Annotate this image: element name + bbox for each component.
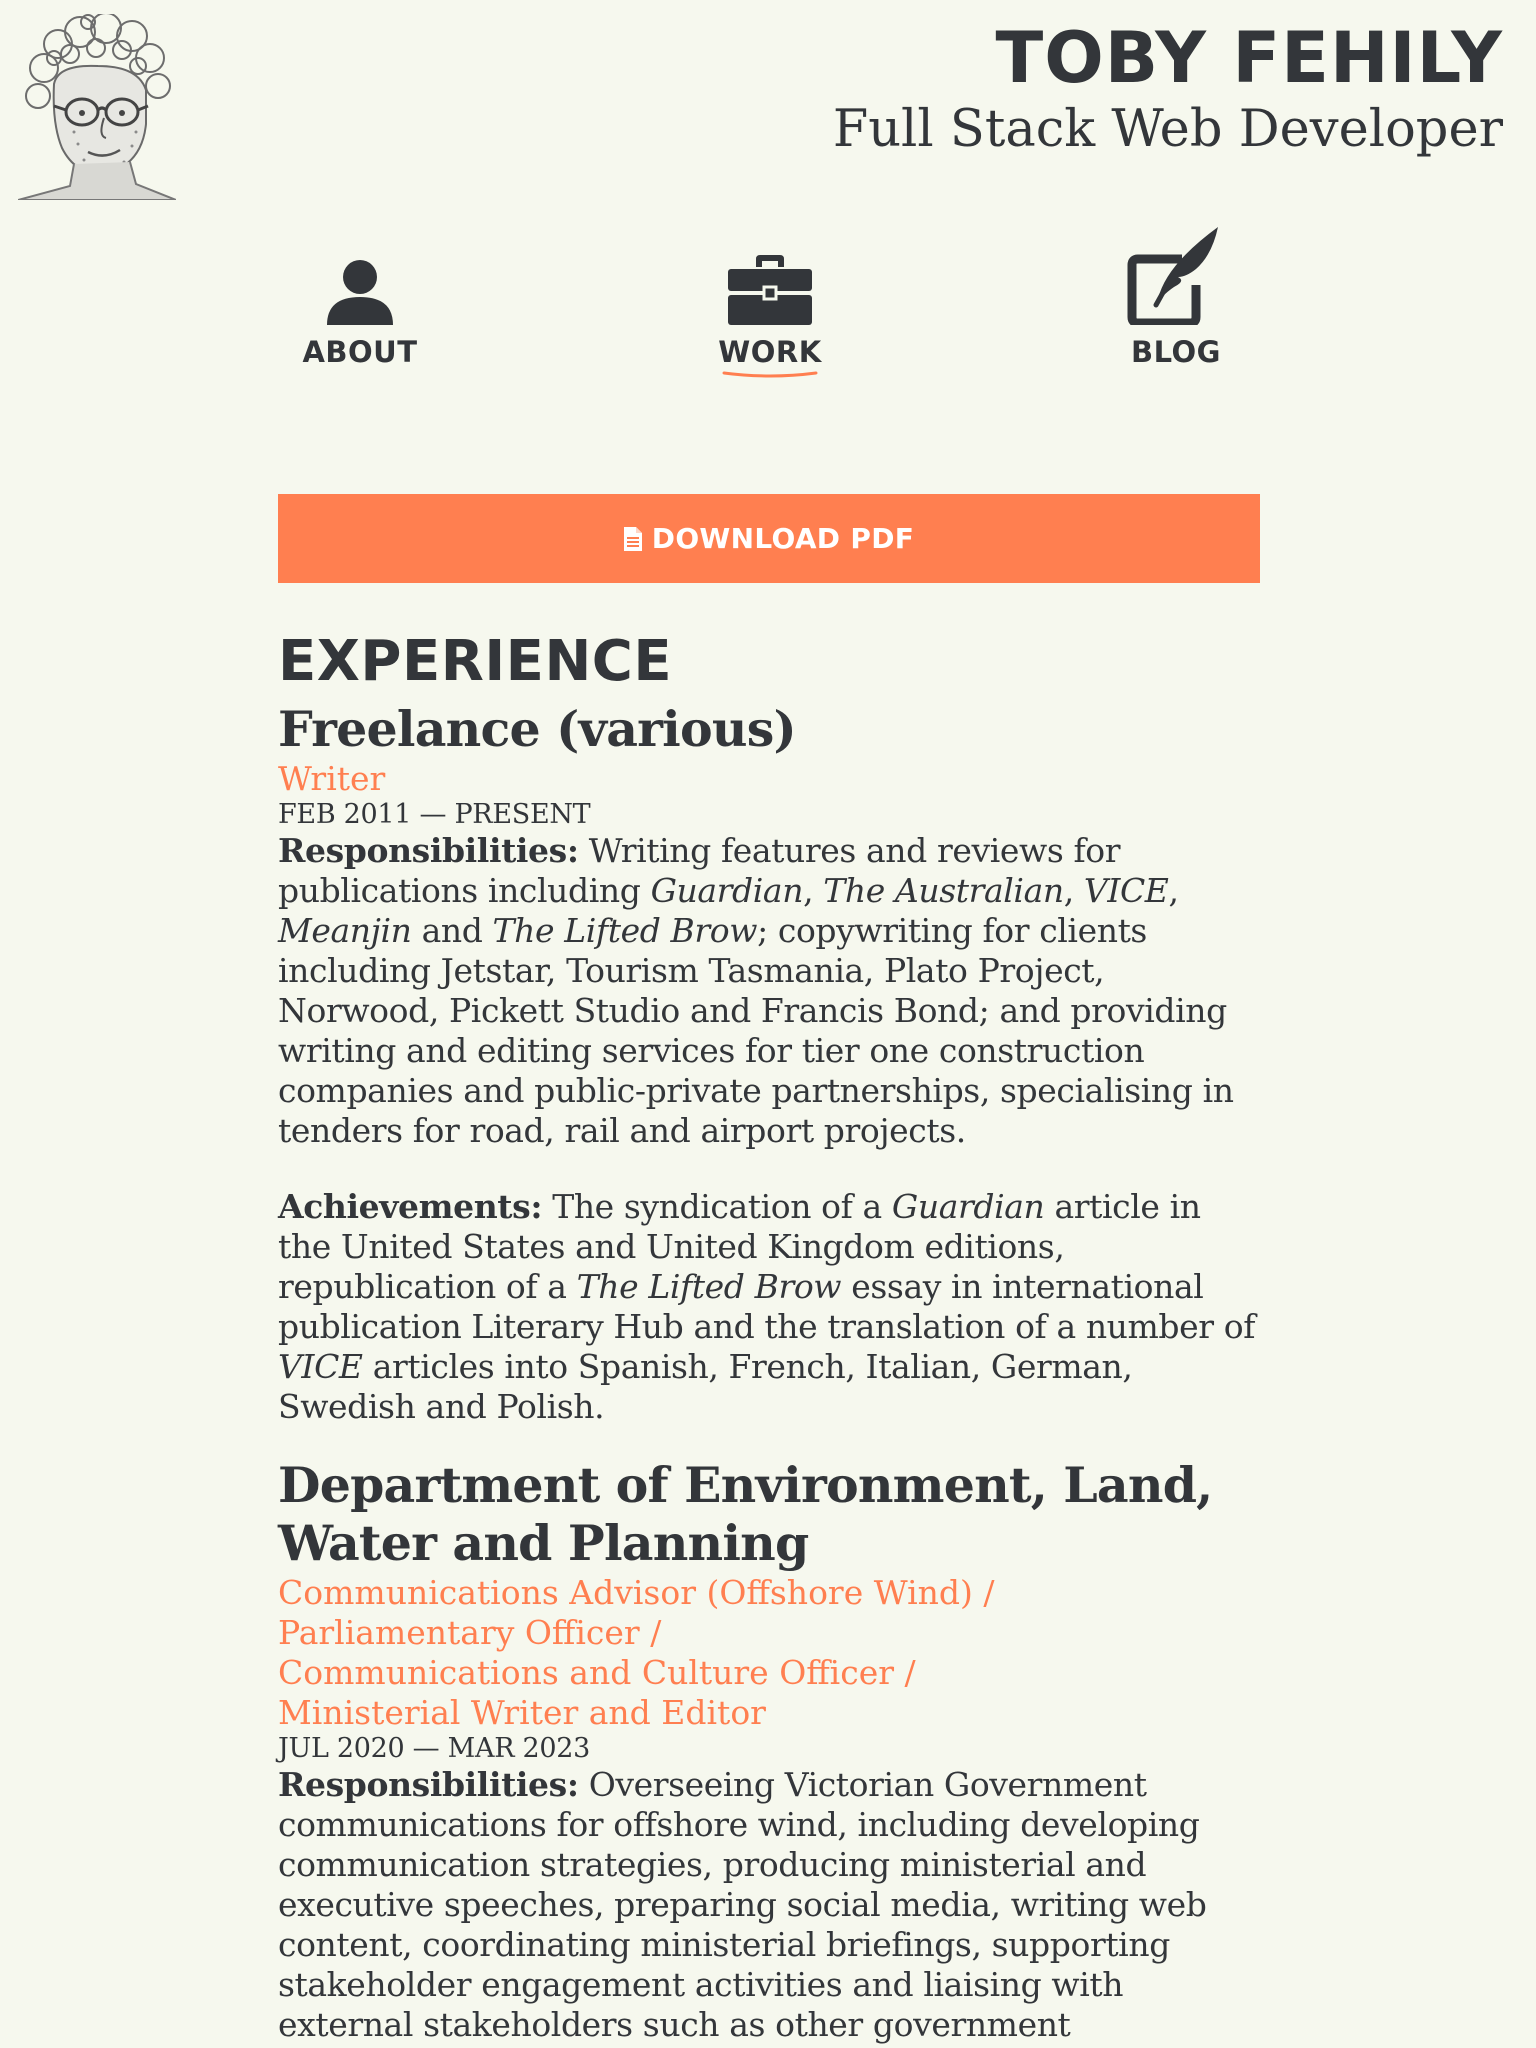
job-dates: FEB 2011 — PRESENT [278, 799, 591, 830]
download-pdf-label: DOWNLOAD PDF [651, 522, 915, 555]
job-dates: JUL 2020 — MAR 2023 [278, 1732, 591, 1764]
document-icon [623, 526, 642, 551]
responsibilities-label: Responsibilities: [278, 1764, 579, 1804]
achievements-label: Achievements: [278, 1187, 543, 1226]
briefcase-icon [728, 255, 812, 325]
nav-label-about: ABOUT [302, 335, 418, 369]
job-responsibilities: Responsibilities: Overseeing Victorian G… [278, 1765, 1258, 2048]
responsibilities-text: Writing features and reviews for publica… [278, 831, 1234, 1150]
nav-label-work: WORK [718, 335, 822, 369]
nav-about[interactable]: ABOUT [260, 255, 460, 369]
active-underline [722, 371, 818, 378]
job-entry: Department of Environment, Land, Water a… [278, 1456, 1258, 2048]
nav-work[interactable]: WORK [670, 255, 870, 379]
edit-quill-icon [1127, 227, 1218, 325]
avatar [17, 12, 177, 201]
job-role: Communications and Culture Officer / [278, 1652, 916, 1692]
nav-blog[interactable]: BLOG [1076, 227, 1276, 369]
job-entry: Freelance (various) Writer FEB 2011 — PR… [278, 700, 1258, 1427]
responsibilities-label: Responsibilities: [278, 831, 579, 870]
site-name: TOBY FEHILY [995, 17, 1503, 99]
job-achievements: Achievements: The syndication of a Guard… [278, 1187, 1258, 1427]
experience-section: EXPERIENCE Freelance (various) Writer FE… [278, 628, 1258, 2048]
job-org: Department of Environment, Land, Water a… [278, 1456, 1213, 1572]
job-org: Freelance (various) [278, 700, 797, 759]
nav-label-blog: BLOG [1130, 335, 1221, 369]
section-title: EXPERIENCE [278, 629, 673, 694]
user-icon [327, 260, 393, 325]
job-responsibilities: Responsibilities: Writing features and r… [278, 831, 1258, 1151]
job-role: Writer [278, 759, 386, 798]
avatar-illustration [17, 12, 177, 201]
download-pdf-button[interactable]: DOWNLOAD PDF [278, 494, 1260, 583]
job-role: Ministerial Writer and Editor [278, 1692, 766, 1732]
job-role: Parliamentary Officer / [278, 1612, 662, 1652]
site-tagline: Full Stack Web Developer [832, 100, 1503, 159]
job-role: Communications Advisor (Offshore Wind) / [278, 1572, 995, 1612]
responsibilities-text: Overseeing Victorian Government communic… [278, 1764, 1207, 2048]
